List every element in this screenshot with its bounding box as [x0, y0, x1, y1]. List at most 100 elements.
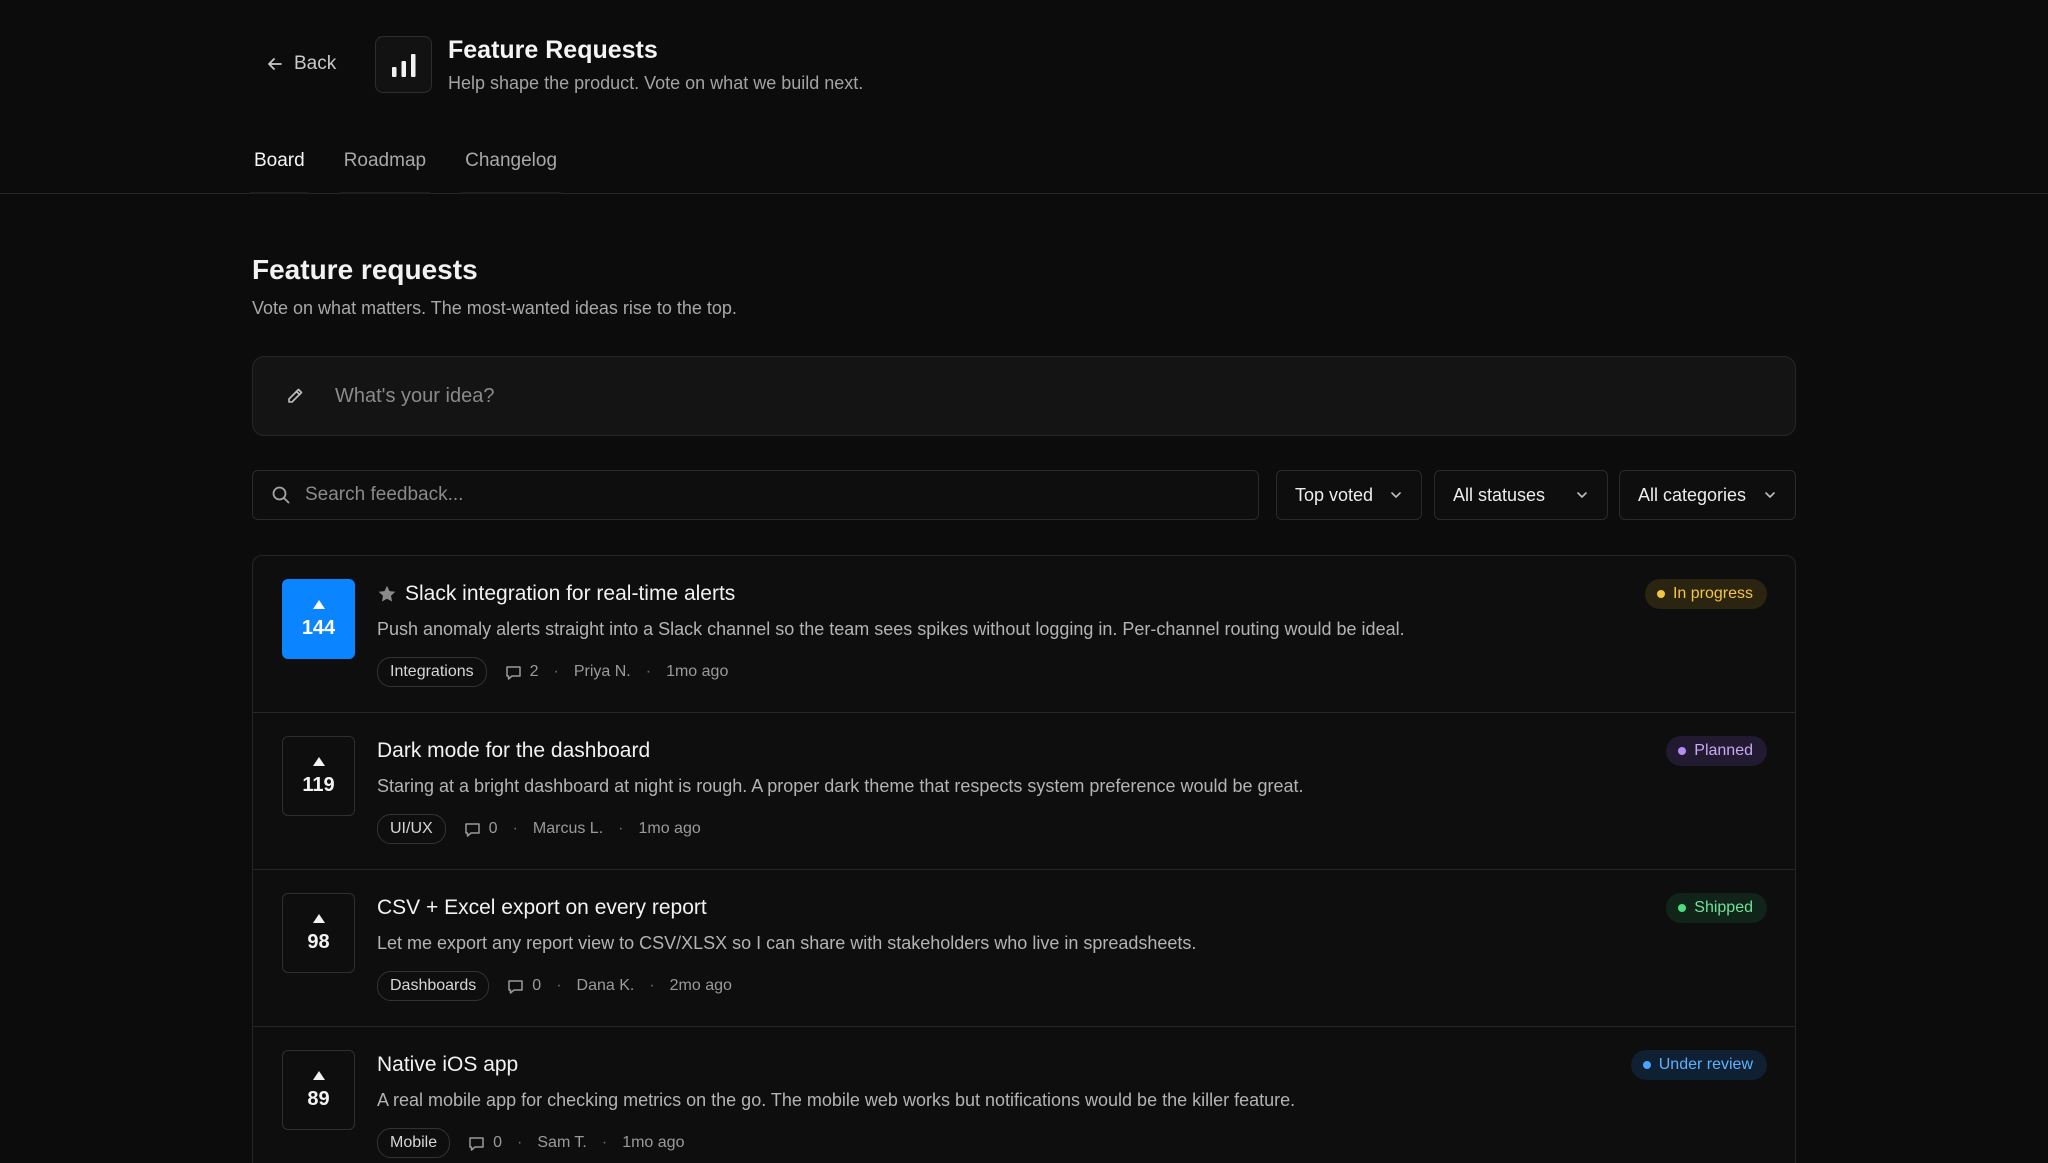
upvote-button[interactable]: 98 — [282, 893, 355, 973]
comment-count[interactable]: 2 — [505, 663, 539, 681]
tab-board[interactable]: Board — [250, 145, 309, 194]
page-header: Back Feature Requests Help shape the pro… — [0, 0, 2048, 194]
status-badge: In progress — [1644, 579, 1767, 609]
request-meta: Integrations 2 · Priya N. · 1mo ago — [377, 657, 728, 687]
separator: · — [601, 1134, 608, 1151]
status-dot — [1678, 747, 1687, 755]
status-badge: Shipped — [1666, 893, 1767, 923]
request-item: 119 Dark mode for the dashboard Staring … — [253, 713, 1795, 870]
upvote-arrow-icon — [312, 913, 325, 923]
category-tag[interactable]: Mobile — [377, 1128, 451, 1158]
request-title[interactable]: Native iOS app — [377, 1050, 518, 1080]
separator: · — [556, 977, 562, 994]
chevron-down-icon — [1575, 488, 1589, 502]
section-title: Feature requests — [252, 254, 478, 285]
separator: · — [618, 820, 624, 837]
request-description: A real mobile app for checking metrics o… — [377, 1090, 1296, 1110]
back-label: Back — [294, 53, 337, 74]
separator: · — [649, 977, 655, 994]
request-meta: Dashboards 0 · Dana K. · 2mo ago — [377, 971, 732, 1001]
idea-composer[interactable] — [252, 356, 1796, 436]
status-dot — [1642, 1061, 1651, 1069]
star-icon — [378, 585, 396, 602]
upvote-button[interactable]: 144 — [282, 579, 355, 659]
request-title-text: Slack integration for real-time alerts — [405, 582, 736, 605]
tab-bar: Board Roadmap Changelog — [250, 145, 592, 194]
status-dot — [1656, 590, 1665, 598]
page-subtitle: Help shape the product. Vote on what we … — [448, 73, 864, 93]
comment-count-value: 0 — [493, 1134, 503, 1151]
category-tag[interactable]: Dashboards — [377, 971, 490, 1001]
request-meta: Mobile 0 · Sam T. · 1mo ago — [377, 1128, 684, 1158]
vote-count: 89 — [307, 1087, 330, 1110]
request-title-text: Dark mode for the dashboard — [377, 739, 651, 762]
request-title[interactable]: CSV + Excel export on every report — [377, 893, 707, 923]
request-title[interactable]: Slack integration for real-time alerts — [377, 579, 735, 609]
tab-roadmap[interactable]: Roadmap — [339, 145, 431, 194]
request-list: 144 Slack integration for real-time aler… — [252, 555, 1796, 1163]
pencil-icon — [285, 386, 305, 406]
category-tag[interactable]: Integrations — [377, 657, 487, 687]
comment-count[interactable]: 0 — [507, 977, 541, 995]
bar-chart-icon — [375, 36, 432, 93]
category-tag[interactable]: UI/UX — [377, 814, 446, 844]
status-badge: Planned — [1666, 736, 1767, 766]
vote-count: 119 — [302, 773, 335, 796]
vote-count: 98 — [307, 930, 330, 953]
author: Sam T. — [537, 1134, 587, 1151]
comment-count-value: 0 — [488, 820, 498, 837]
request-description: Push anomaly alerts straight into a Slac… — [377, 619, 1405, 639]
author: Marcus L. — [532, 820, 604, 837]
status-select-value: All statuses — [1453, 484, 1546, 505]
upvote-button[interactable]: 119 — [282, 736, 355, 816]
status-label: Planned — [1694, 742, 1753, 759]
chevron-down-icon — [1763, 488, 1777, 502]
comment-count-value: 2 — [529, 663, 539, 680]
author: Dana K. — [576, 977, 635, 994]
status-label: In progress — [1672, 585, 1753, 602]
request-item: 89 Native iOS app A real mobile app for … — [253, 1027, 1795, 1163]
comment-icon — [505, 665, 521, 680]
timestamp: 1mo ago — [638, 820, 701, 837]
request-title[interactable]: Dark mode for the dashboard — [377, 736, 650, 766]
timestamp: 2mo ago — [669, 977, 732, 994]
sort-select[interactable]: Top voted — [1276, 470, 1422, 520]
upvote-button[interactable]: 89 — [282, 1050, 355, 1130]
upvote-arrow-icon — [312, 599, 325, 609]
section-subtitle: Vote on what matters. The most-wanted id… — [252, 298, 737, 318]
comment-icon — [508, 979, 524, 994]
idea-input[interactable] — [335, 384, 1735, 408]
status-badge: Under review — [1630, 1050, 1767, 1080]
comment-icon — [469, 1136, 484, 1151]
comment-icon — [464, 822, 480, 837]
author: Priya N. — [573, 663, 631, 680]
request-item: 144 Slack integration for real-time aler… — [253, 556, 1795, 713]
search-input[interactable] — [305, 484, 1205, 506]
arrow-left-icon — [268, 58, 282, 70]
separator: · — [645, 663, 652, 680]
category-select[interactable]: All categories — [1619, 470, 1796, 520]
comment-count[interactable]: 0 — [468, 1134, 502, 1152]
page-title: Feature Requests — [448, 36, 658, 64]
upvote-arrow-icon — [312, 756, 325, 766]
request-title-text: Native iOS app — [377, 1053, 519, 1076]
timestamp: 1mo ago — [622, 1134, 685, 1151]
sort-select-value: Top voted — [1295, 484, 1374, 505]
search-icon — [271, 485, 291, 505]
separator: · — [517, 1134, 523, 1151]
request-title-text: CSV + Excel export on every report — [377, 896, 707, 919]
back-button[interactable]: Back — [266, 50, 336, 78]
status-label: Shipped — [1694, 899, 1753, 916]
tab-changelog[interactable]: Changelog — [461, 145, 561, 194]
request-description: Staring at a bright dashboard at night i… — [377, 776, 1304, 796]
comment-count[interactable]: 0 — [464, 820, 498, 838]
request-item: 98 CSV + Excel export on every report Le… — [253, 870, 1795, 1027]
separator: · — [512, 820, 518, 837]
status-dot — [1678, 904, 1687, 912]
category-select-value: All categories — [1638, 484, 1747, 505]
status-select[interactable]: All statuses — [1434, 470, 1608, 520]
upvote-arrow-icon — [312, 1070, 325, 1080]
filter-bar: Top voted All statuses All categories — [252, 470, 1796, 520]
status-label: Under review — [1658, 1056, 1753, 1073]
search-field[interactable] — [252, 470, 1259, 520]
